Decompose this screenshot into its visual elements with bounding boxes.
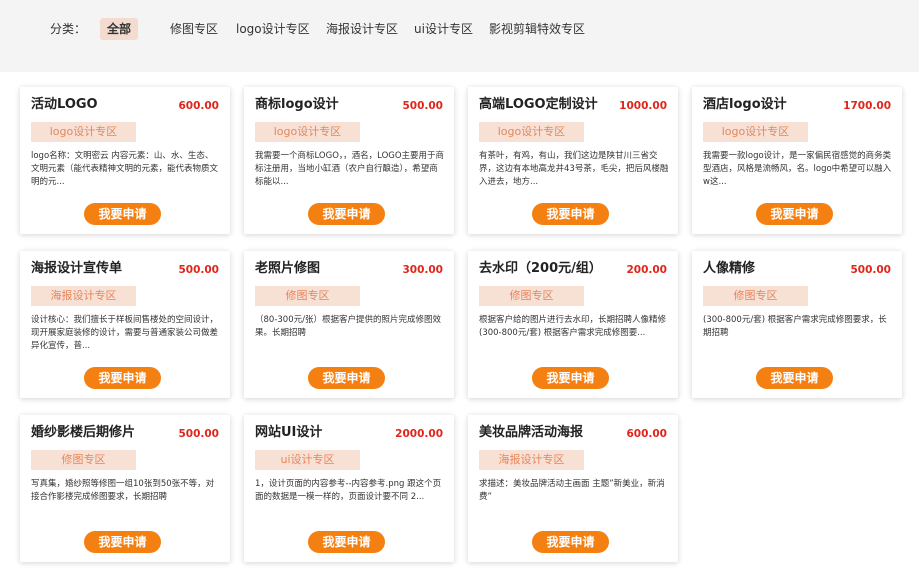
card-title[interactable]: 酒店logo设计 [703,96,787,114]
card-category-tag: 修图专区 [31,450,136,470]
card-description: logo名称：文明密云 内容元素：山、水、生态、文明元素（能代表精神文明的元素，… [31,151,219,187]
card-description: 设计核心：我们擅长于样板间售楼处的空间设计，现开展家庭装修的设计，需要与普通家装… [31,315,219,351]
card-description: (300-800元/套) 根据客户需求完成修图要求，长期招聘 [703,315,887,338]
card-category-tag: ui设计专区 [255,450,360,470]
apply-button[interactable]: 我要申请 [84,203,161,225]
card-price: 200.00 [626,264,667,276]
card-price: 600.00 [178,100,219,112]
card-description: 我需要一款logo设计，是一家偏民宿感觉的商务类型酒店，风格是流畅风，名。log… [703,151,892,187]
task-card[interactable]: 海报设计宣传单 500.00 海报设计专区设计核心：我们擅长于样板间售楼处的空间设计… [20,251,230,398]
filter-photo-retouch[interactable]: 修图专区 [170,18,218,40]
card-title[interactable]: 婚纱影楼后期修片 [31,424,135,442]
card-title[interactable]: 老照片修图 [255,260,320,278]
task-card[interactable]: 去水印（200元/组） 200.00 修图专区根据客户给的图片进行去水印，长期招聘人… [468,251,678,398]
task-card[interactable]: 网站UI设计 2000.00 ui设计专区 1，设计页面的内容参考--内容参考.png… [244,415,454,562]
card-description: 有茶叶，有鸡，有山，我们这边是陕甘川三省交界，这边有本地高龙井43号茶，毛尖，把… [479,151,669,187]
card-price: 500.00 [402,100,443,112]
card-title[interactable]: 去水印（200元/组） [479,260,602,278]
task-card[interactable]: 酒店logo设计 1700.00 logo设计专区我需要一款logo设计，是一家偏民… [692,87,902,234]
filter-label: 分类： [50,22,87,36]
card-category-tag: logo设计专区 [703,122,808,142]
filter-logo-design[interactable]: logo设计专区 [236,18,310,40]
card-category-tag: 修图专区 [703,286,808,306]
task-card[interactable]: 老照片修图 300.00 修图专区 （80-300元/张）根据客户提供的照片完成修图效… [244,251,454,398]
task-card[interactable]: 婚纱影楼后期修片 500.00 修图专区写真集，婚纱照等修图一组10张到50张不等，… [20,415,230,562]
apply-button[interactable]: 我要申请 [756,203,833,225]
card-price: 600.00 [626,428,667,440]
card-category-tag: 修图专区 [479,286,584,306]
filter-poster-design[interactable]: 海报设计专区 [326,18,398,40]
card-description: 根据客户给的图片进行去水印，长期招聘人像精修(300-800元/套) 根据客户需… [479,315,667,338]
card-price: 2000.00 [395,428,443,440]
task-card[interactable]: 美妆品牌活动海报 600.00 海报设计专区求描述：美妆品牌活动主画面 主题”新美业… [468,415,678,562]
card-category-tag: logo设计专区 [31,122,136,142]
apply-button[interactable]: 我要申请 [532,531,609,553]
apply-button[interactable]: 我要申请 [308,367,385,389]
card-price: 300.00 [402,264,443,276]
card-category-tag: 修图专区 [255,286,360,306]
card-title[interactable]: 海报设计宣传单 [31,260,122,278]
card-title[interactable]: 活动LOGO [31,96,98,114]
task-card[interactable]: 人像精修 500.00 修图专区 (300-800元/套) 根据客户需求完成修图要求，… [692,251,902,398]
card-description: 写真集，婚纱照等修图一组10张到50张不等，对接合作影楼完成修图要求，长期招聘 [31,479,215,502]
apply-button[interactable]: 我要申请 [532,367,609,389]
card-title[interactable]: 美妆品牌活动海报 [479,424,583,442]
apply-button[interactable]: 我要申请 [84,531,161,553]
card-title[interactable]: 高端LOGO定制设计 [479,96,598,114]
category-filter-bar: 分类： 全部 修图专区 logo设计专区 海报设计专区 ui设计专区 影视剪辑特… [0,0,919,72]
apply-button[interactable]: 我要申请 [308,531,385,553]
card-price: 1700.00 [843,100,891,112]
card-category-tag: logo设计专区 [479,122,584,142]
card-price: 500.00 [178,428,219,440]
filter-ui-design[interactable]: ui设计专区 [414,18,473,40]
apply-button[interactable]: 我要申请 [84,367,161,389]
task-card[interactable]: 高端LOGO定制设计 1000.00 logo设计专区有茶叶，有鸡，有山，我们这边是… [468,87,678,234]
card-title[interactable]: 网站UI设计 [255,424,322,442]
card-price: 1000.00 [619,100,667,112]
filter-video-editing[interactable]: 影视剪辑特效专区 [489,18,585,40]
apply-button[interactable]: 我要申请 [308,203,385,225]
card-category-tag: 海报设计专区 [479,450,584,470]
card-title[interactable]: 商标logo设计 [255,96,339,114]
apply-button[interactable]: 我要申请 [756,367,833,389]
task-card[interactable]: 商标logo设计 500.00 logo设计专区我需要一个商标LOGO，，酒名，LO… [244,87,454,234]
card-description: 我需要一个商标LOGO，，酒名，LOGO主要用于商标注册用，当地小缸酒（农户自行… [255,151,445,187]
card-title[interactable]: 人像精修 [703,260,755,278]
card-description: 求描述：美妆品牌活动主画面 主题”新美业，新消费” [479,479,665,502]
card-category-tag: logo设计专区 [255,122,360,142]
apply-button[interactable]: 我要申请 [532,203,609,225]
task-card[interactable]: 活动LOGO 600.00 logo设计专区 logo名称：文明密云 内容元素：山、水… [20,87,230,234]
card-price: 500.00 [178,264,219,276]
filter-all[interactable]: 全部 [100,18,139,40]
card-description: （80-300元/张）根据客户提供的照片完成修图效果。长期招聘 [255,315,441,338]
card-price: 500.00 [850,264,891,276]
card-description: 1，设计页面的内容参考--内容参考.png 跟这个页面的数据是一模一样的，页面设… [255,479,442,502]
card-category-tag: 海报设计专区 [31,286,136,306]
